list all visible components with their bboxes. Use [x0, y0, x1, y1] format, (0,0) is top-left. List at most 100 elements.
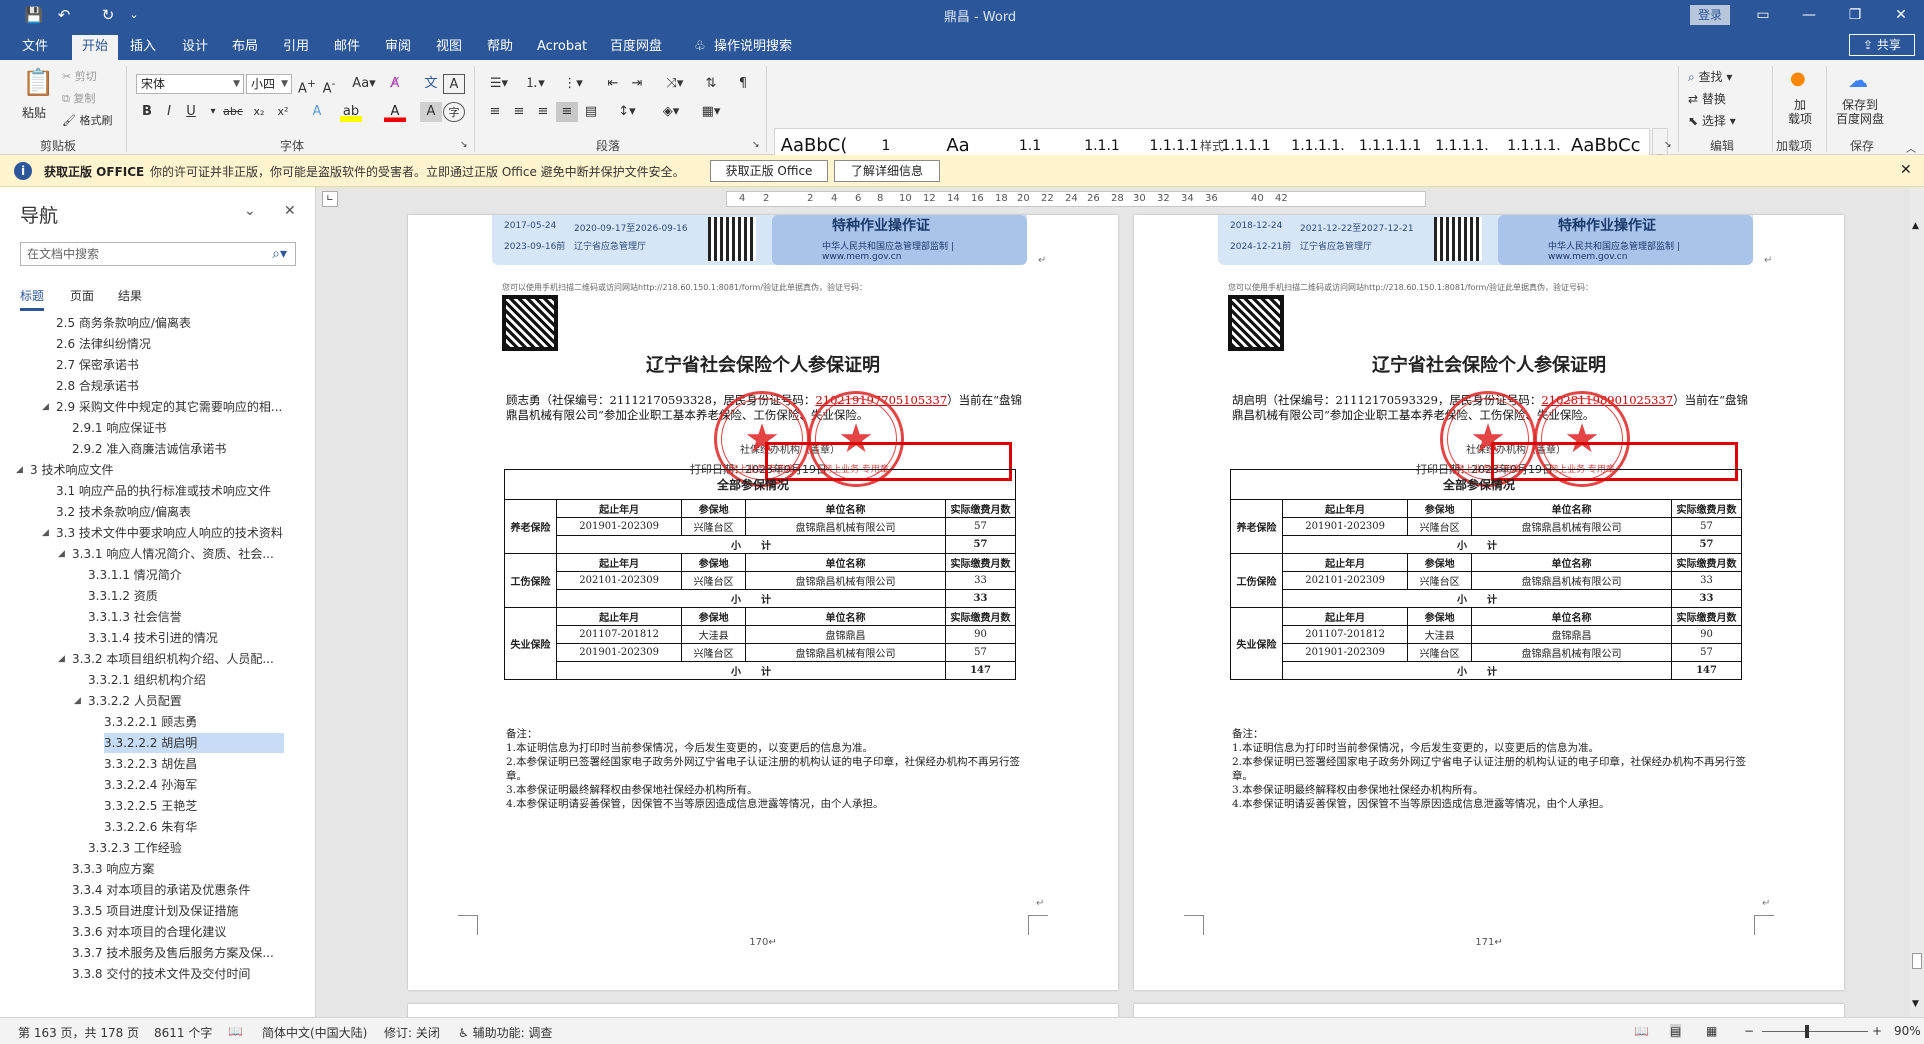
nav-heading-item[interactable]: 3.3.2.2.2 胡启明 [104, 733, 284, 753]
tab-layout[interactable]: 布局 [228, 35, 262, 60]
decrease-indent-icon[interactable]: ⇤ [602, 74, 624, 94]
nav-heading-item[interactable]: 3.3.2.2.5 王艳芝 [104, 796, 197, 816]
accessibility-status[interactable]: ♿ 辅助功能: 调查 [458, 1024, 552, 1041]
clear-format-icon[interactable]: A̸ [384, 74, 406, 94]
nav-heading-item[interactable]: 3.3.2.1 组织机构介绍 [88, 670, 206, 690]
grow-font-icon[interactable]: A+ [296, 74, 318, 96]
nav-heading-item[interactable]: 3.3.8 交付的技术文件及交付时间 [72, 964, 250, 984]
nav-search-input[interactable]: 在文档中搜索 ⌕▾ [20, 242, 296, 266]
line-spacing-icon[interactable]: ↕▾ [612, 102, 642, 122]
restore-icon[interactable]: ❐ [1832, 0, 1878, 30]
nav-heading-item[interactable]: 3.3.2.2.4 孙海军 [104, 775, 197, 795]
nav-heading-item[interactable]: 3.3.6 对本项目的合理化建议 [72, 922, 226, 942]
tab-references[interactable]: 引用 [279, 35, 313, 60]
tab-file[interactable]: 文件 [18, 35, 52, 60]
tab-selector-icon[interactable]: ∟ [322, 191, 338, 207]
scroll-thumb[interactable] [1912, 953, 1922, 969]
tab-view[interactable]: 视图 [432, 35, 466, 60]
copy-button[interactable]: ⧉ 复制 [62, 90, 95, 106]
tab-insert[interactable]: 插入 [126, 35, 160, 60]
proofing-icon[interactable]: 📖 [228, 1024, 243, 1038]
share-button[interactable]: ⇪ 共享 [1849, 34, 1915, 56]
document-page[interactable]: 2017-05-24 2020-09-17至2026-09-16 2023-09-1… [408, 215, 1118, 990]
replace-button[interactable]: ⇄ 替换 [1688, 90, 1726, 107]
vertical-scrollbar[interactable]: ▲ ▼ [1910, 187, 1924, 1017]
addins-icon[interactable]: ● [1790, 68, 1806, 89]
nav-heading-item[interactable]: 2.5 商务条款响应/偏离表 [56, 313, 191, 333]
tab-pages[interactable]: 页面 [70, 287, 94, 304]
nav-heading-item[interactable]: 3.3.1.1 情况简介 [88, 565, 182, 585]
tab-acrobat[interactable]: Acrobat [533, 35, 591, 60]
save-to-baidu-button[interactable]: 保存到 百度网盘 [1836, 98, 1884, 126]
nav-heading-item[interactable]: ◢ 3 技术响应文件 [16, 460, 113, 480]
customize-qat-icon[interactable]: ⌄ [122, 3, 146, 27]
collapse-triangle-icon[interactable]: ◢ [42, 523, 49, 543]
learn-more-button[interactable]: 了解详细信息 [834, 160, 940, 182]
zoom-slider[interactable] [1762, 1031, 1868, 1032]
document-page[interactable]: 2018-12-24 2021-12-22至2027-12-21 2024-12-2… [1134, 215, 1844, 990]
bullets-icon[interactable]: ☰▾ [484, 74, 514, 94]
login-button[interactable]: 登录 [1690, 5, 1730, 25]
nav-heading-item[interactable]: ◢ 3.3.2.2 人员配置 [74, 691, 182, 711]
nav-heading-item[interactable]: 3.3.1.3 社会信誉 [88, 607, 182, 627]
zoom-in-icon[interactable]: + [1872, 1024, 1882, 1038]
shading-icon[interactable]: ◈▾ [656, 102, 686, 122]
nav-heading-item[interactable]: ◢ 3.3.1 响应人情况简介、资质、社会... [58, 544, 274, 564]
phonetic-guide-icon[interactable]: 文 [420, 74, 442, 94]
nav-heading-item[interactable]: 3.3.2.2.6 朱有华 [104, 817, 197, 837]
tab-review[interactable]: 审阅 [381, 35, 415, 60]
zoom-thumb[interactable] [1805, 1025, 1809, 1038]
select-button[interactable]: ⬉ 选择 ▾ [1688, 112, 1736, 129]
collapse-triangle-icon[interactable]: ◢ [58, 544, 65, 564]
styles-dialog-launcher-icon[interactable]: ↘ [1664, 140, 1672, 150]
zoom-out-icon[interactable]: − [1744, 1024, 1754, 1038]
ribbon-display-icon[interactable]: ▭ [1740, 0, 1786, 30]
show-marks-icon[interactable]: ¶ [732, 74, 754, 94]
read-mode-icon[interactable]: 📖 [1634, 1024, 1649, 1038]
nav-scrollbar[interactable] [302, 313, 312, 1013]
align-right-icon[interactable]: ≡ [532, 102, 554, 122]
web-layout-icon[interactable]: ▦ [1706, 1024, 1717, 1038]
nav-heading-item[interactable]: ◢ 3.3 技术文件中要求响应人响应的技术资料 [42, 523, 283, 543]
justify-icon[interactable]: ≡ [556, 102, 578, 122]
collapse-triangle-icon[interactable]: ◢ [58, 649, 65, 669]
baidu-cloud-icon[interactable]: ☁ [1848, 68, 1868, 92]
zoom-level[interactable]: 90% [1894, 1024, 1921, 1038]
tab-home[interactable]: 开始 [72, 35, 118, 60]
collapse-triangle-icon[interactable]: ◢ [74, 691, 81, 711]
close-icon[interactable]: ✕ [284, 203, 296, 219]
numbering-icon[interactable]: ⒈▾ [520, 74, 550, 94]
paste-button[interactable]: 粘贴 [22, 104, 46, 121]
track-changes[interactable]: 修订: 关闭 [384, 1024, 440, 1041]
multilevel-list-icon[interactable]: ⋮▾ [558, 74, 588, 94]
minimize-icon[interactable]: — [1786, 0, 1832, 30]
nav-heading-item[interactable]: 3.1 响应产品的执行标准或技术响应文件 [56, 481, 271, 501]
close-icon[interactable]: ✕ [1900, 162, 1912, 178]
shrink-font-icon[interactable]: A- [318, 74, 340, 96]
highlight-icon[interactable]: ab [340, 102, 362, 122]
text-effects-icon[interactable]: A [306, 102, 328, 122]
close-window-icon[interactable]: ✕ [1878, 0, 1924, 30]
nav-heading-item[interactable]: 2.9.1 响应保证书 [72, 418, 166, 438]
character-border-icon[interactable]: A [443, 74, 465, 94]
nav-heading-item[interactable]: 2.6 法律纠纷情况 [56, 334, 151, 354]
tab-design[interactable]: 设计 [178, 35, 212, 60]
paragraph-dialog-launcher-icon[interactable]: ↘ [752, 140, 760, 150]
align-center-icon[interactable]: ≡ [508, 102, 530, 122]
italic-icon[interactable]: I [158, 102, 180, 122]
dropdown-icon[interactable]: ▾ [202, 102, 224, 122]
page-count[interactable]: 第 163 页，共 178 页 [18, 1024, 139, 1041]
save-icon[interactable]: 💾 [22, 3, 46, 27]
print-layout-icon[interactable]: ▤ [1670, 1024, 1682, 1038]
get-genuine-button[interactable]: 获取正版 Office [710, 160, 828, 182]
nav-heading-item[interactable]: 3.3.7 技术服务及售后服务方案及保... [72, 943, 274, 963]
tab-headings[interactable]: 标题 [20, 287, 45, 311]
character-shading-icon[interactable]: A [420, 102, 442, 122]
nav-heading-item[interactable]: 3.3.2.2.3 胡佐昌 [104, 754, 197, 774]
tab-baidu[interactable]: 百度网盘 [606, 35, 666, 60]
font-name-combo[interactable]: 宋体 ▼ [136, 74, 244, 94]
search-icon[interactable]: ⌕▾ [272, 243, 287, 265]
underline-icon[interactable]: U [180, 102, 202, 122]
nav-heading-item[interactable]: 3.3.2.3 工作经验 [88, 838, 182, 858]
nav-heading-item[interactable]: 3.3.5 项目进度计划及保证措施 [72, 901, 238, 921]
